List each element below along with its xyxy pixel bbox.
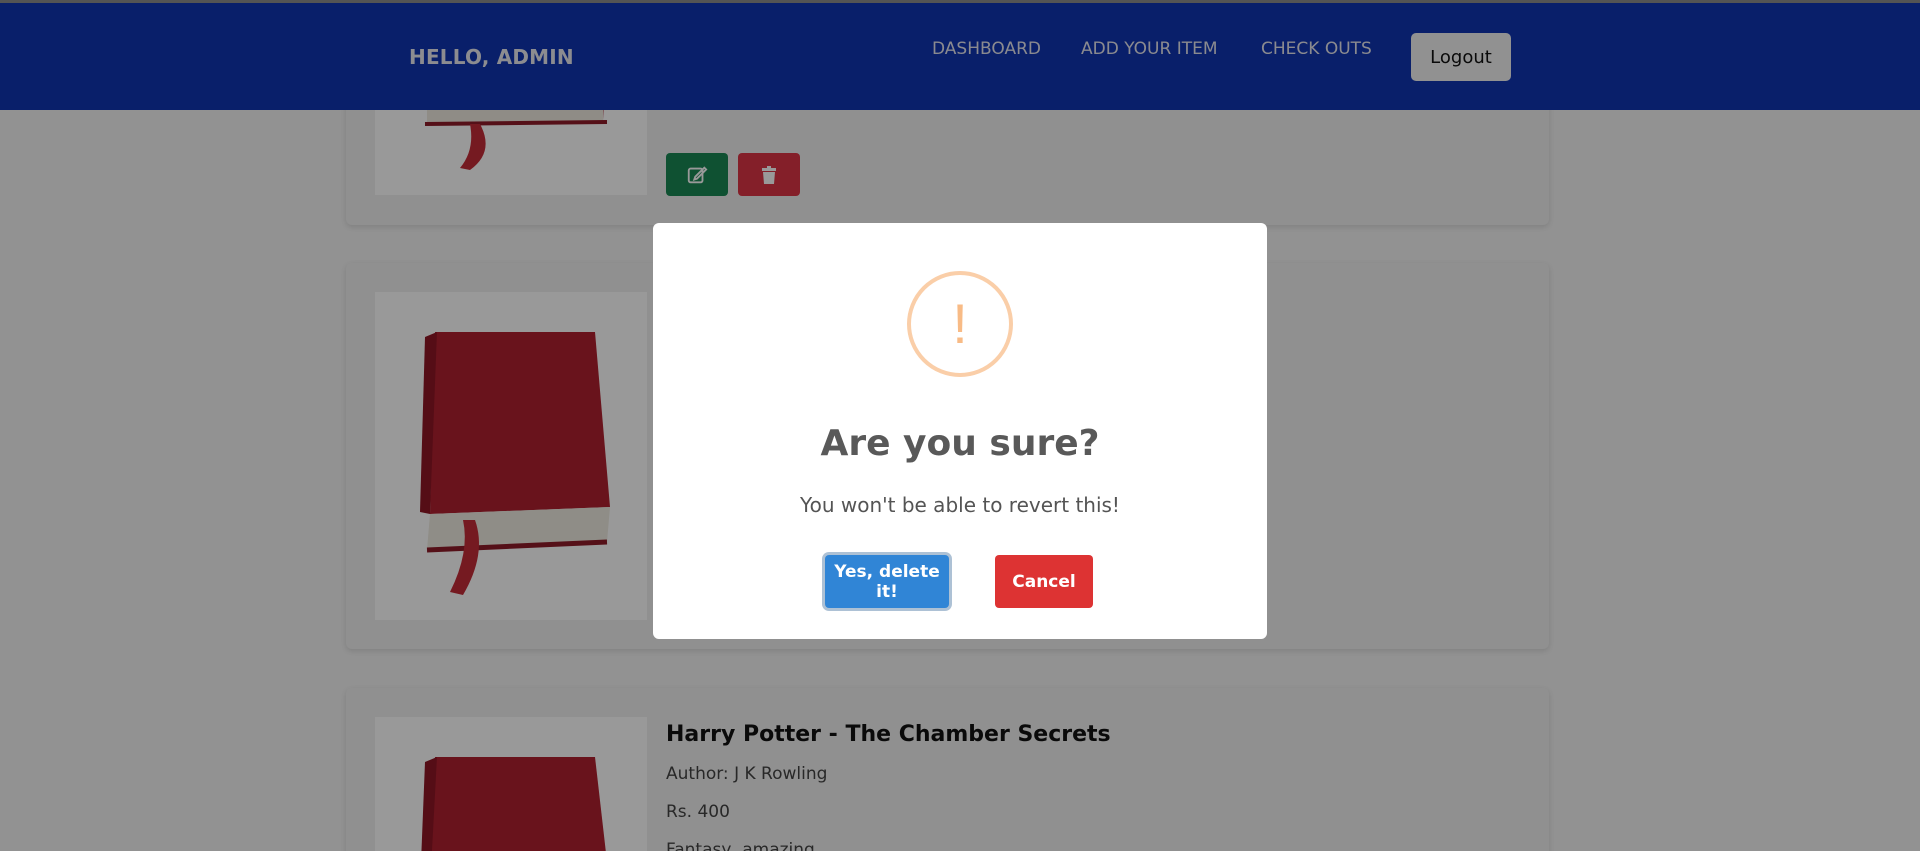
admin-page: HELLO, ADMIN DASHBOARD ADD YOUR ITEM CHE… [0, 0, 1920, 851]
dialog-title: Are you sure? [820, 423, 1100, 464]
confirm-delete-button[interactable]: Yes, delete it! [825, 555, 949, 608]
confirm-dialog: ! Are you sure? You won't be able to rev… [653, 223, 1267, 639]
cancel-button[interactable]: Cancel [995, 555, 1093, 608]
warning-icon: ! [907, 271, 1013, 377]
dialog-message: You won't be able to revert this! [800, 493, 1120, 517]
